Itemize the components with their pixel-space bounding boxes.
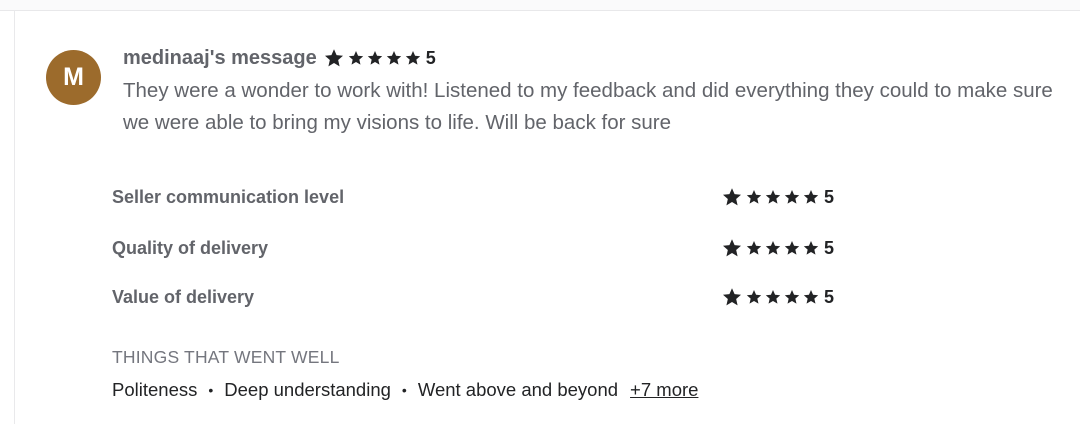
sub-rating-row: Quality of delivery 5 [112, 235, 842, 261]
star-icon [803, 290, 819, 304]
star-icon [723, 188, 741, 206]
star-icon [803, 190, 819, 204]
star-icon [746, 290, 762, 304]
sub-rating-value: 5 [824, 237, 835, 258]
star-icon [324, 49, 343, 67]
star-icon [723, 288, 741, 306]
sub-rating-stars: 5 [722, 187, 842, 208]
sub-rating-row: Value of delivery 5 [112, 284, 842, 310]
star-icon [405, 51, 420, 65]
highlight-tag: Went above and beyond [417, 379, 619, 400]
star-icon [784, 241, 800, 255]
highlight-tag: Deep understanding [224, 379, 391, 400]
sub-rating-value: 5 [824, 186, 835, 207]
star-icon [784, 290, 800, 304]
star-icon [784, 190, 800, 204]
star-icon [723, 239, 741, 257]
left-border [14, 10, 15, 424]
star-icon [765, 190, 781, 204]
sub-rating-value: 5 [824, 286, 835, 307]
star-icon [765, 241, 781, 255]
show-more-link[interactable]: +7 more [630, 379, 698, 401]
sub-rating-label: Seller communication level [112, 186, 345, 207]
overall-stars: 5 [324, 48, 436, 69]
avatar: M [46, 50, 101, 105]
highlight-tag: Politeness [112, 379, 198, 400]
sub-rating-row: Seller communication level 5 [112, 184, 842, 210]
highlights-title: THINGS THAT WENT WELL [112, 347, 340, 367]
highlight-tags: Politeness • Deep understanding • Went a… [112, 377, 698, 403]
sub-rating-label: Quality of delivery [112, 237, 269, 258]
bullet-separator: • [208, 382, 214, 398]
top-divider [0, 0, 1080, 11]
star-icon [803, 241, 819, 255]
review-message: They were a wonder to work with! Listene… [123, 79, 1053, 134]
star-icon [746, 241, 762, 255]
sub-rating-stars: 5 [722, 287, 842, 308]
avatar-letter: M [63, 63, 84, 91]
reviewer-title: medinaaj's message [123, 46, 317, 69]
star-icon [746, 190, 762, 204]
bullet-separator: • [401, 382, 407, 398]
star-icon [386, 51, 401, 65]
star-icon [765, 290, 781, 304]
sub-rating-stars: 5 [722, 238, 842, 259]
sub-rating-label: Value of delivery [112, 286, 255, 307]
star-icon [367, 51, 382, 65]
star-icon [348, 51, 363, 65]
overall-rating-value: 5 [425, 47, 436, 68]
review-header: medinaaj's message 5 [123, 44, 436, 72]
